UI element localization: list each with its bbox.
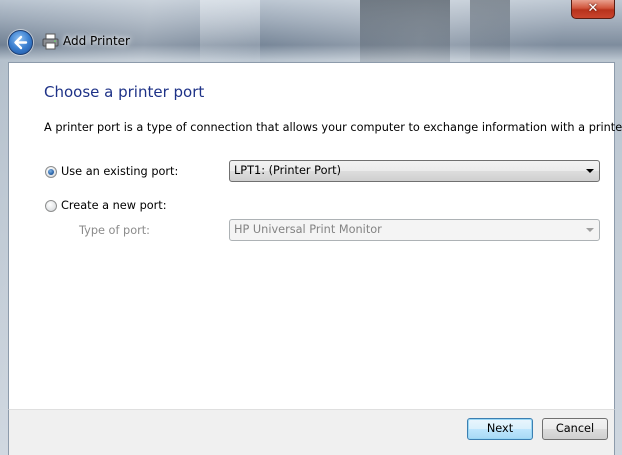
chevron-down-icon	[586, 169, 594, 173]
existing-port-dropdown[interactable]: LPT1: (Printer Port)	[229, 160, 600, 182]
port-type-value: HP Universal Print Monitor	[234, 223, 382, 236]
existing-port-radio[interactable]	[45, 165, 57, 178]
existing-port-label: Use an existing port:	[61, 165, 179, 178]
cancel-button[interactable]: Cancel	[542, 418, 608, 440]
close-icon: ✕	[587, 1, 599, 16]
next-button[interactable]: Next	[467, 418, 533, 440]
window-title: Add Printer	[63, 34, 130, 48]
wizard-content: Choose a printer port A printer port is …	[8, 62, 622, 409]
printer-icon	[42, 33, 59, 50]
page-description: A printer port is a type of connection t…	[44, 121, 622, 134]
glass-reflection	[360, 0, 450, 62]
new-port-radio[interactable]	[45, 199, 57, 212]
new-port-label: Create a new port:	[61, 199, 167, 212]
port-type-label: Type of port:	[79, 224, 150, 237]
page-heading: Choose a printer port	[44, 83, 205, 101]
back-arrow-icon	[14, 35, 28, 50]
glass-reflection	[470, 0, 510, 62]
close-button[interactable]: ✕	[571, 0, 615, 19]
glass-reflection	[200, 0, 260, 62]
existing-port-option[interactable]: Use an existing port:	[45, 165, 178, 178]
wizard-footer: Next Cancel	[8, 409, 615, 455]
chevron-down-icon	[586, 228, 594, 232]
back-button[interactable]	[8, 30, 33, 55]
new-port-option[interactable]: Create a new port:	[45, 199, 167, 212]
existing-port-value: LPT1: (Printer Port)	[234, 164, 341, 177]
port-type-dropdown[interactable]: HP Universal Print Monitor	[229, 219, 600, 241]
